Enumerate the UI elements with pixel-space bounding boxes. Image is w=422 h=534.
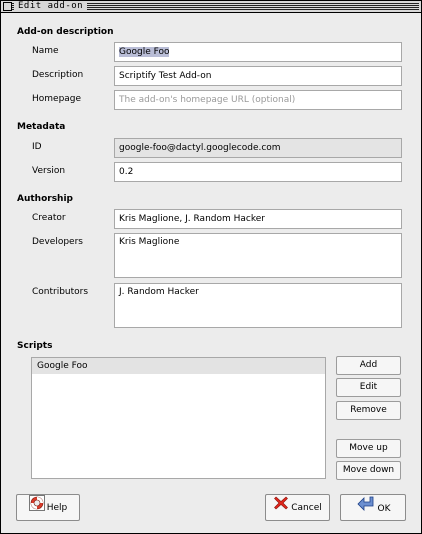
edit-button[interactable]: Edit xyxy=(336,378,401,397)
contributors-label: Contributors xyxy=(32,287,89,297)
help-button[interactable]: Help xyxy=(16,494,80,521)
move-down-button[interactable]: Move down xyxy=(336,461,401,480)
version-field[interactable]: 0.2 xyxy=(114,162,402,182)
developers-label: Developers xyxy=(32,237,83,247)
red-x-icon xyxy=(273,495,289,522)
remove-button[interactable]: Remove xyxy=(336,401,401,420)
add-button[interactable]: Add xyxy=(336,356,401,375)
developers-field[interactable]: Kris Maglione xyxy=(114,233,402,278)
creator-label: Creator xyxy=(32,213,66,223)
dialog-window: Edit add-on Add-on description Name Goog… xyxy=(0,0,422,534)
window-title: Edit add-on xyxy=(14,1,88,12)
name-field[interactable]: Google Foo xyxy=(114,42,402,62)
cancel-label: Cancel xyxy=(291,503,322,513)
version-label: Version xyxy=(32,166,66,176)
id-field[interactable]: google-foo@dactyl.googlecode.com xyxy=(114,138,402,158)
cancel-button[interactable]: Cancel xyxy=(265,494,330,521)
enter-arrow-icon xyxy=(356,495,376,524)
description-label: Description xyxy=(32,70,84,80)
id-label: ID xyxy=(32,142,42,152)
section-description: Add-on description xyxy=(17,27,114,37)
title-bar[interactable]: Edit add-on xyxy=(1,1,421,13)
name-value: Google Foo xyxy=(119,47,170,57)
section-authorship: Authorship xyxy=(17,194,73,204)
creator-field[interactable]: Kris Maglione, J. Random Hacker xyxy=(114,209,402,229)
ok-label: OK xyxy=(377,504,391,514)
ok-button[interactable]: OK xyxy=(340,494,406,521)
list-item[interactable]: Google Foo xyxy=(32,358,325,374)
section-scripts: Scripts xyxy=(17,341,53,351)
scripts-list[interactable]: Google Foo xyxy=(31,357,326,479)
help-label: Help xyxy=(46,503,68,513)
move-up-button[interactable]: Move up xyxy=(336,439,401,458)
lifebuoy-icon xyxy=(28,495,45,522)
name-label: Name xyxy=(32,46,59,56)
description-field[interactable]: Scriptify Test Add-on xyxy=(114,66,402,86)
homepage-field[interactable]: The add-on's homepage URL (optional) xyxy=(114,90,402,110)
homepage-label: Homepage xyxy=(32,94,82,104)
close-box-icon[interactable] xyxy=(3,2,12,11)
section-metadata: Metadata xyxy=(17,122,66,132)
contributors-field[interactable]: J. Random Hacker xyxy=(114,283,402,328)
